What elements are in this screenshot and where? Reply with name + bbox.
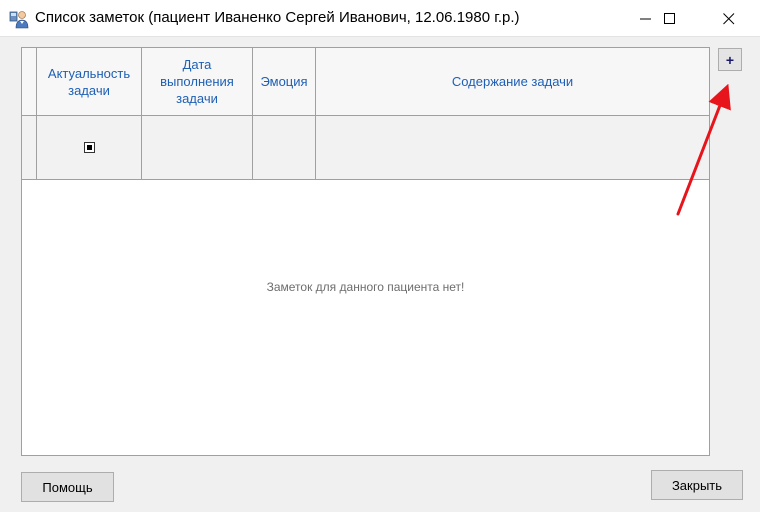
close-window-button[interactable] [706, 0, 752, 37]
column-header-emotion[interactable]: Эмоция [253, 48, 316, 115]
grid-header: Актуальность задачи Дата выполнения зада… [22, 48, 709, 116]
maximize-icon [664, 12, 676, 25]
column-header-content[interactable]: Содержание задачи [316, 48, 709, 115]
column-header-due-date[interactable]: Дата выполнения задачи [142, 48, 253, 115]
help-button[interactable]: Помощь [21, 472, 114, 502]
add-note-button[interactable]: + [718, 48, 742, 71]
close-icon [723, 12, 735, 25]
row-header-corner[interactable] [22, 48, 37, 115]
empty-notes-message: Заметок для данного пациента нет! [266, 280, 465, 294]
cell-due-date[interactable] [142, 116, 253, 179]
title-bar[interactable]: Список заметок (пациент Иваненко Сергей … [0, 0, 760, 37]
notes-list-window: Список заметок (пациент Иваненко Сергей … [0, 0, 760, 512]
cell-relevance[interactable] [37, 116, 142, 179]
cell-content[interactable] [316, 116, 709, 179]
window-title: Список заметок (пациент Иваненко Сергей … [35, 9, 520, 26]
notes-grid[interactable]: Актуальность задачи Дата выполнения зада… [21, 47, 710, 456]
relevance-checkbox[interactable] [83, 142, 95, 153]
close-button[interactable]: Закрыть [651, 470, 743, 500]
table-row-new[interactable] [22, 116, 709, 180]
cell-emotion[interactable] [253, 116, 316, 179]
app-user-icon [9, 9, 29, 29]
column-header-relevance[interactable]: Актуальность задачи [37, 48, 142, 115]
maximize-button[interactable] [647, 0, 693, 37]
row-indicator[interactable] [22, 116, 37, 179]
